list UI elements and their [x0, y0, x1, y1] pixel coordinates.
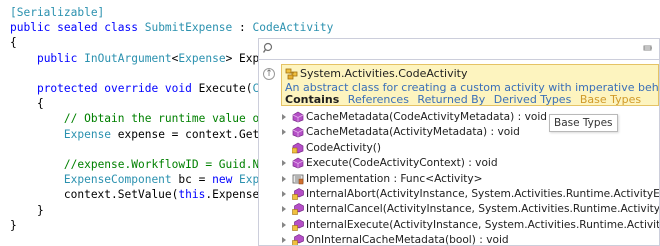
member-label: CacheMetadata(CodeActivityMetadata) : vo… — [306, 111, 548, 123]
code-line: { — [10, 35, 17, 51]
code-line: context.SetValue(this.Expense, bc. — [10, 187, 293, 203]
navigation-popup: ↑ System.Activities.CodeActivity An abst… — [258, 38, 660, 246]
code-token: Execute( — [198, 82, 253, 95]
code-token: this — [178, 188, 206, 202]
code-token: new — [212, 173, 240, 187]
code-line: public InOutArgument<Expense> Expense — [10, 51, 286, 67]
member-item[interactable]: Implementation : Func<Activity> — [259, 172, 659, 187]
method-icon — [292, 111, 304, 123]
method-icon — [292, 157, 304, 169]
member-item[interactable]: Execute(CodeActivityContext) : void — [259, 156, 659, 171]
pin-icon[interactable] — [643, 43, 653, 53]
code-token: } — [10, 218, 17, 232]
expand-arrow-icon[interactable] — [282, 221, 286, 228]
code-token: CodeActivity — [252, 21, 334, 35]
search-input[interactable] — [277, 41, 617, 56]
selected-type-card[interactable]: System.Activities.CodeActivity An abstra… — [281, 64, 659, 106]
method-icon — [292, 126, 304, 138]
member-label: OnInternalCacheMetadata(bool) : void — [306, 234, 509, 246]
tab-contains[interactable]: Contains — [285, 93, 339, 106]
code-token: SubmitExpense — [144, 21, 233, 35]
protected-method-icon — [292, 188, 304, 200]
tab-base-types[interactable]: Base Types — [580, 93, 641, 106]
code-token: { — [10, 36, 17, 50]
code-token: [Serializable] — [10, 6, 105, 19]
relation-tabs: Contains References Returned By Derived … — [285, 93, 646, 106]
tab-references[interactable]: References — [348, 93, 409, 106]
member-item[interactable]: InternalAbort(ActivityInstance, System.A… — [259, 187, 659, 202]
code-token: InOutArgument — [84, 51, 172, 65]
code-line: ExpenseComponent bc = new ExpenseC — [10, 172, 293, 188]
code-line: protected override void Execute(CodeAc — [10, 81, 293, 97]
member-label: CacheMetadata(ActivityMetadata) : void — [306, 126, 520, 139]
code-token: context.SetValue( — [10, 188, 179, 202]
member-item[interactable]: CodeActivity() — [259, 141, 659, 156]
member-item[interactable]: InternalExecute(ActivityInstance, System… — [259, 218, 659, 233]
protected-method-icon — [292, 234, 304, 245]
tab-returned-by[interactable]: Returned By — [417, 93, 485, 106]
member-item[interactable]: InternalCancel(ActivityInstance, System.… — [259, 202, 659, 217]
expand-arrow-icon[interactable] — [282, 237, 286, 244]
protected-method-icon — [292, 218, 304, 231]
member-item[interactable]: CacheMetadata(ActivityMetadata) : void — [259, 125, 659, 140]
member-label: Implementation : Func<Activity> — [306, 172, 483, 185]
expand-arrow-icon[interactable] — [282, 114, 286, 120]
member-label: InternalAbort(ActivityInstance, System.A… — [306, 188, 660, 200]
code-token: bc = — [171, 173, 213, 187]
search-row — [259, 39, 659, 60]
member-label: InternalExecute(ActivityInstance, System… — [306, 218, 660, 231]
code-token: : — [232, 21, 253, 35]
code-line: [Serializable] — [10, 5, 104, 21]
expand-arrow-icon[interactable] — [282, 160, 286, 167]
code-token: protected override void — [36, 82, 199, 95]
code-token: Expense — [178, 51, 226, 65]
property-icon — [292, 173, 304, 185]
back-button[interactable]: ↑ — [263, 68, 275, 80]
code-token: Expense — [63, 127, 112, 141]
code-line: { — [10, 96, 44, 112]
code-token: } — [10, 203, 44, 217]
selected-type-title: System.Activities.CodeActivity — [300, 67, 468, 80]
code-token: ExpenseComponent — [63, 173, 172, 187]
protected-method-icon — [292, 203, 304, 216]
code-line: } — [10, 203, 44, 219]
code-line: //expense.WorkflowID = Guid.NewGui — [10, 157, 293, 173]
search-icon — [263, 42, 273, 53]
member-label: Execute(CodeActivityContext) : void — [306, 157, 498, 170]
code-line: // Obtain the runtime value of the — [10, 111, 293, 127]
code-token: { — [10, 97, 44, 111]
code-line: public sealed class SubmitExpense : Code… — [10, 20, 333, 36]
expand-arrow-icon[interactable] — [282, 175, 286, 182]
member-label: InternalCancel(ActivityInstance, System.… — [306, 203, 660, 216]
code-token: public sealed class — [10, 21, 145, 35]
member-item[interactable]: CacheMetadata(CodeActivityMetadata) : vo… — [259, 110, 659, 125]
tab-derived-types[interactable]: Derived Types — [494, 93, 572, 106]
expand-arrow-icon[interactable] — [282, 191, 286, 197]
class-icon — [285, 68, 298, 80]
member-label: CodeActivity() — [306, 141, 382, 154]
constructor-icon — [291, 142, 304, 154]
code-line: Expense expense = context.GetValue — [10, 127, 293, 143]
expand-arrow-icon[interactable] — [282, 206, 286, 213]
expand-arrow-icon[interactable] — [282, 129, 286, 136]
member-item[interactable]: OnInternalCacheMetadata(bool) : void — [259, 233, 659, 246]
code-token: public — [36, 51, 85, 65]
code-line: } — [10, 218, 17, 234]
